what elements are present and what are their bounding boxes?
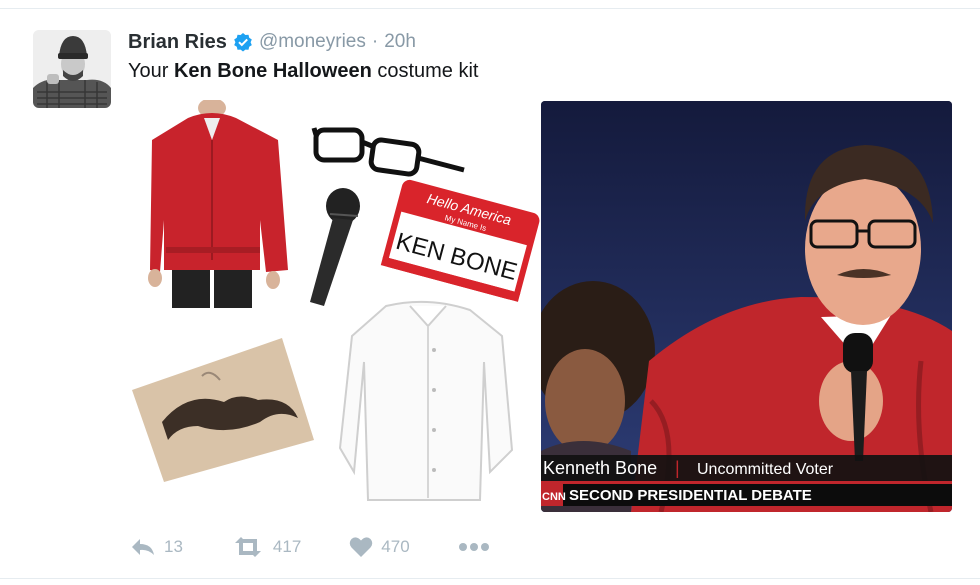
microphone-image: [310, 188, 360, 306]
glasses-image: [311, 127, 465, 177]
debate-photo-scene: Kenneth Bone | Uncommitted Voter CNN SEC…: [541, 101, 952, 512]
tweet-timestamp[interactable]: 20h: [384, 31, 416, 53]
reply-icon: [132, 539, 154, 555]
retweet-count: 417: [272, 537, 302, 556]
more-dots-icon: [458, 543, 489, 551]
like-button[interactable]: 470: [349, 536, 410, 558]
retweet-icon: [234, 537, 261, 557]
tweet-header: Brian Ries @moneyries · 20h: [128, 30, 416, 54]
tweet-text-part: costume kit: [371, 60, 479, 82]
tweet-text: Your Ken Bone Halloween costume kit: [128, 60, 478, 83]
costume-kit-collage: Hello America My Name Is KEN BONE: [132, 98, 540, 501]
reply-button[interactable]: 13: [130, 537, 183, 557]
name-tag-image: Hello America My Name Is KEN BONE: [380, 179, 540, 302]
tweet-actions: 13 417 470: [130, 533, 538, 561]
network-logo: CNN: [542, 491, 566, 503]
like-count: 470: [381, 537, 410, 556]
lower-third-name: Kenneth Bone: [543, 458, 657, 478]
lower-third-role: Uncommitted Voter: [697, 461, 834, 478]
retweet-button[interactable]: 417: [231, 537, 301, 557]
bottom-divider: [0, 578, 980, 579]
lower-third-divider: |: [675, 458, 680, 478]
costume-kit-image[interactable]: Hello America My Name Is KEN BONE: [128, 98, 540, 512]
header-separator: ·: [371, 31, 379, 52]
verified-badge-icon: [234, 33, 252, 52]
author-name[interactable]: Brian Ries: [128, 31, 227, 54]
debate-banner: SECOND PRESIDENTIAL DEBATE: [569, 487, 812, 504]
author-handle[interactable]: @moneyries: [259, 31, 366, 53]
tweet-text-part: Your: [128, 60, 174, 82]
debate-photo[interactable]: Kenneth Bone | Uncommitted Voter CNN SEC…: [541, 101, 952, 512]
more-button[interactable]: [458, 542, 490, 552]
white-shirt-image: [338, 300, 514, 501]
avatar-image: [33, 30, 111, 108]
top-divider: [0, 8, 980, 9]
avatar[interactable]: [33, 30, 111, 108]
heart-icon: [350, 537, 373, 557]
mustache-image: [132, 338, 314, 482]
tweet-text-bold: Ken Bone Halloween: [173, 60, 372, 82]
red-sweater-image: [148, 98, 288, 308]
reply-count: 13: [164, 537, 183, 556]
